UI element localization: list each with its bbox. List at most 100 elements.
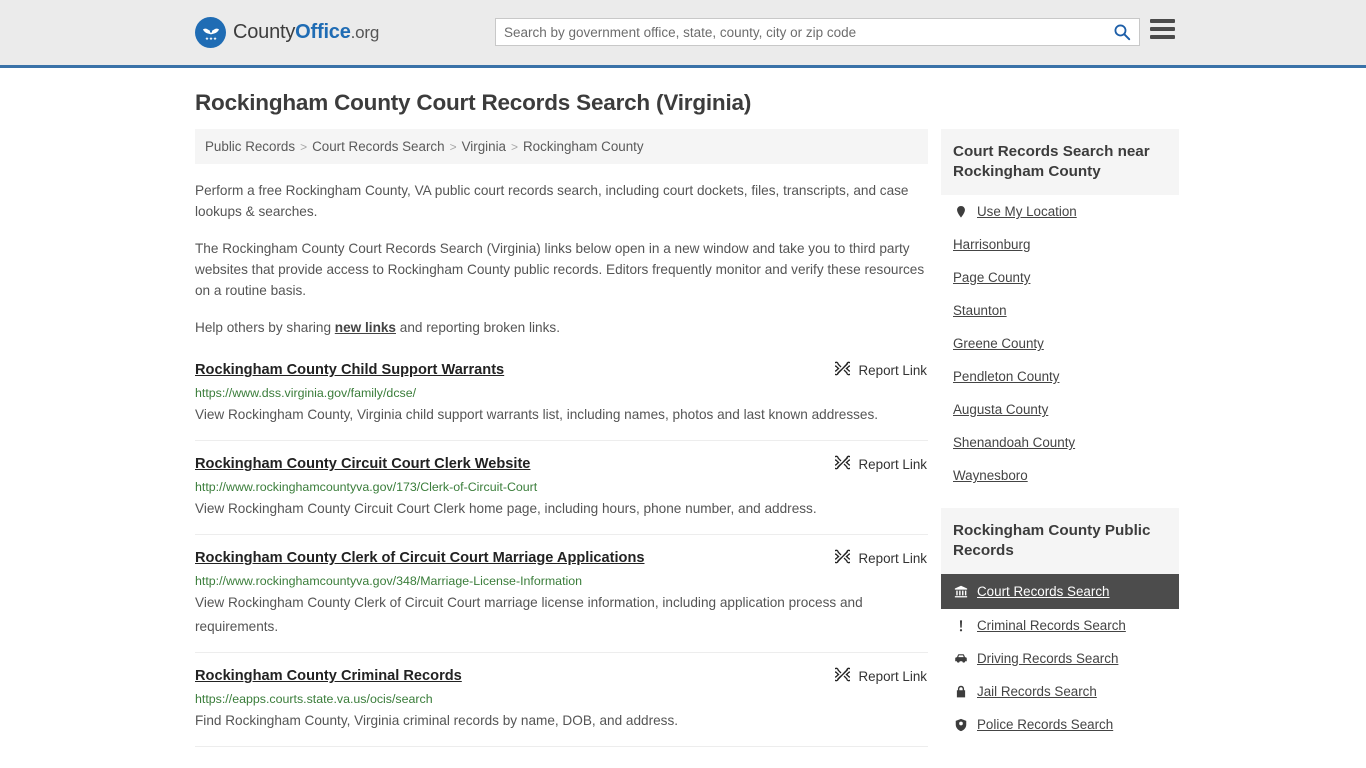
- car-icon: [953, 652, 968, 666]
- brand-bold: Office: [295, 21, 351, 43]
- result-title-link[interactable]: Rockingham County Child Support Warrants: [195, 360, 504, 380]
- result-description: View Rockingham County, Virginia child s…: [195, 407, 879, 422]
- result-description: View Rockingham County Clerk of Circuit …: [195, 595, 863, 634]
- padlock-icon: [953, 685, 968, 699]
- nearby-link-label[interactable]: Augusta County: [953, 402, 1048, 417]
- search-submit-button[interactable]: [1105, 19, 1139, 45]
- search-bar[interactable]: [495, 18, 1140, 46]
- broken-link-icon: [833, 549, 851, 567]
- intro-p3-before: Help others by sharing: [195, 320, 335, 335]
- public-records-box: Rockingham County Public Records Court R…: [941, 508, 1179, 741]
- content-layout: Public Records > Court Records Search > …: [195, 129, 1179, 760]
- breadcrumb-item-court-records-search[interactable]: Court Records Search: [312, 139, 444, 154]
- result-header: Rockingham County Clerk of Circuit Court…: [195, 548, 928, 568]
- county-office-eagle-logo-icon: [195, 17, 226, 48]
- nearby-link-label[interactable]: Staunton: [953, 303, 1007, 318]
- result-url: http://www.rockinghamcountyva.gov/348/Ma…: [195, 574, 583, 588]
- brand-tld: .org: [350, 23, 380, 42]
- report-link-button[interactable]: Report Link: [833, 666, 927, 685]
- breadcrumb-item-public-records[interactable]: Public Records: [205, 139, 295, 154]
- public-records-link-label[interactable]: Driving Records Search: [977, 651, 1118, 666]
- breadcrumb-separator: >: [300, 139, 308, 154]
- nearby-link-item[interactable]: Staunton: [941, 294, 1179, 327]
- search-results-list: Rockingham County Child Support Warrants…: [195, 360, 928, 747]
- hamburger-menu-icon[interactable]: [1150, 19, 1175, 39]
- breadcrumb-item-rockingham-county[interactable]: Rockingham County: [523, 139, 644, 154]
- page-title: Rockingham County Court Records Search (…: [195, 90, 752, 115]
- search-result-item: Rockingham County Criminal Records Report…: [195, 666, 928, 747]
- public-records-link-label[interactable]: Police Records Search: [977, 717, 1113, 732]
- nearby-link-label[interactable]: Page County: [953, 270, 1030, 285]
- nearby-link-item[interactable]: Pendleton County: [941, 360, 1179, 393]
- site-logo-link[interactable]: CountyOffice.org: [195, 17, 379, 48]
- courthouse-icon: [953, 585, 968, 599]
- breadcrumb-separator: >: [449, 139, 457, 154]
- nearby-link-item[interactable]: Greene County: [941, 327, 1179, 360]
- nearby-link-item[interactable]: Shenandoah County: [941, 426, 1179, 459]
- public-records-link-item[interactable]: Criminal Records Search: [941, 609, 1179, 642]
- search-icon: [1114, 24, 1131, 41]
- page-container: Rockingham County Court Records Search (…: [0, 90, 1366, 760]
- result-title-link[interactable]: Rockingham County Criminal Records: [195, 666, 462, 686]
- result-url: http://www.rockinghamcountyva.gov/173/Cl…: [195, 480, 538, 494]
- nearby-link-item[interactable]: Page County: [941, 261, 1179, 294]
- brand-pre: County: [233, 21, 296, 43]
- site-header: CountyOffice.org: [0, 0, 1366, 68]
- intro-paragraph-2: The Rockingham County Court Records Sear…: [195, 241, 925, 298]
- nearby-search-heading: Court Records Search near Rockingham Cou…: [941, 129, 1179, 195]
- nearby-link-item[interactable]: Waynesboro: [941, 459, 1179, 492]
- report-link-button[interactable]: Report Link: [833, 548, 927, 567]
- report-link-button[interactable]: Report Link: [833, 454, 927, 473]
- intro-p3-after: and reporting broken links.: [396, 320, 560, 335]
- nearby-link-label[interactable]: Pendleton County: [953, 369, 1059, 384]
- breadcrumb-item-virginia[interactable]: Virginia: [462, 139, 506, 154]
- police-badge-icon: [953, 718, 968, 732]
- report-link-label: Report Link: [858, 456, 927, 472]
- result-header: Rockingham County Circuit Court Clerk We…: [195, 454, 928, 474]
- public-records-link-item[interactable]: Court Records Search: [941, 574, 1179, 609]
- nearby-link-label[interactable]: Harrisonburg: [953, 237, 1030, 252]
- nearby-link-item[interactable]: Use My Location: [941, 195, 1179, 228]
- result-description: Find Rockingham County, Virginia crimina…: [195, 713, 679, 728]
- sidebar: Court Records Search near Rockingham Cou…: [941, 129, 1179, 757]
- public-records-link-item[interactable]: Jail Records Search: [941, 675, 1179, 708]
- breadcrumb-separator: >: [511, 139, 519, 154]
- report-link-label: Report Link: [858, 668, 927, 684]
- nearby-search-box: Court Records Search near Rockingham Cou…: [941, 129, 1179, 492]
- nearby-link-label[interactable]: Waynesboro: [953, 468, 1028, 483]
- public-records-link-label[interactable]: Court Records Search: [977, 584, 1109, 599]
- public-records-link-label[interactable]: Criminal Records Search: [977, 618, 1126, 633]
- hamburger-bar: [1150, 27, 1175, 31]
- breadcrumb: Public Records > Court Records Search > …: [195, 129, 928, 164]
- exclamation-icon: [953, 619, 968, 633]
- hamburger-bar: [1150, 19, 1175, 23]
- new-links-link[interactable]: new links: [335, 320, 396, 335]
- nearby-link-item[interactable]: Augusta County: [941, 393, 1179, 426]
- public-records-link-item[interactable]: Police Records Search: [941, 708, 1179, 741]
- nearby-link-label[interactable]: Greene County: [953, 336, 1044, 351]
- search-input[interactable]: [496, 19, 1105, 45]
- nearby-link-label[interactable]: Shenandoah County: [953, 435, 1075, 450]
- search-result-item: Rockingham County Child Support Warrants…: [195, 360, 928, 441]
- intro-paragraph-3: Help others by sharing new links and rep…: [195, 317, 928, 338]
- hamburger-bar: [1150, 35, 1175, 39]
- report-link-button[interactable]: Report Link: [833, 360, 927, 379]
- search-result-item: Rockingham County Clerk of Circuit Court…: [195, 548, 928, 653]
- result-url: https://www.dss.virginia.gov/family/dcse…: [195, 386, 417, 400]
- report-link-label: Report Link: [858, 550, 927, 566]
- nearby-link-label[interactable]: Use My Location: [977, 204, 1077, 219]
- result-title-link[interactable]: Rockingham County Clerk of Circuit Court…: [195, 548, 645, 568]
- public-records-link-label[interactable]: Jail Records Search: [977, 684, 1097, 699]
- broken-link-icon: [833, 667, 851, 685]
- nearby-link-item[interactable]: Harrisonburg: [941, 228, 1179, 261]
- result-title-link[interactable]: Rockingham County Circuit Court Clerk We…: [195, 454, 530, 474]
- result-header: Rockingham County Child Support Warrants…: [195, 360, 928, 380]
- main-column: Public Records > Court Records Search > …: [195, 129, 928, 760]
- intro-text: Perform a free Rockingham County, VA pub…: [195, 180, 928, 338]
- broken-link-icon: [833, 361, 851, 379]
- brand-wordmark: CountyOffice.org: [233, 21, 379, 44]
- result-header: Rockingham County Criminal Records Report…: [195, 666, 928, 686]
- map-pin-icon: [953, 205, 968, 219]
- intro-paragraph-1: Perform a free Rockingham County, VA pub…: [195, 183, 909, 219]
- public-records-link-item[interactable]: Driving Records Search: [941, 642, 1179, 675]
